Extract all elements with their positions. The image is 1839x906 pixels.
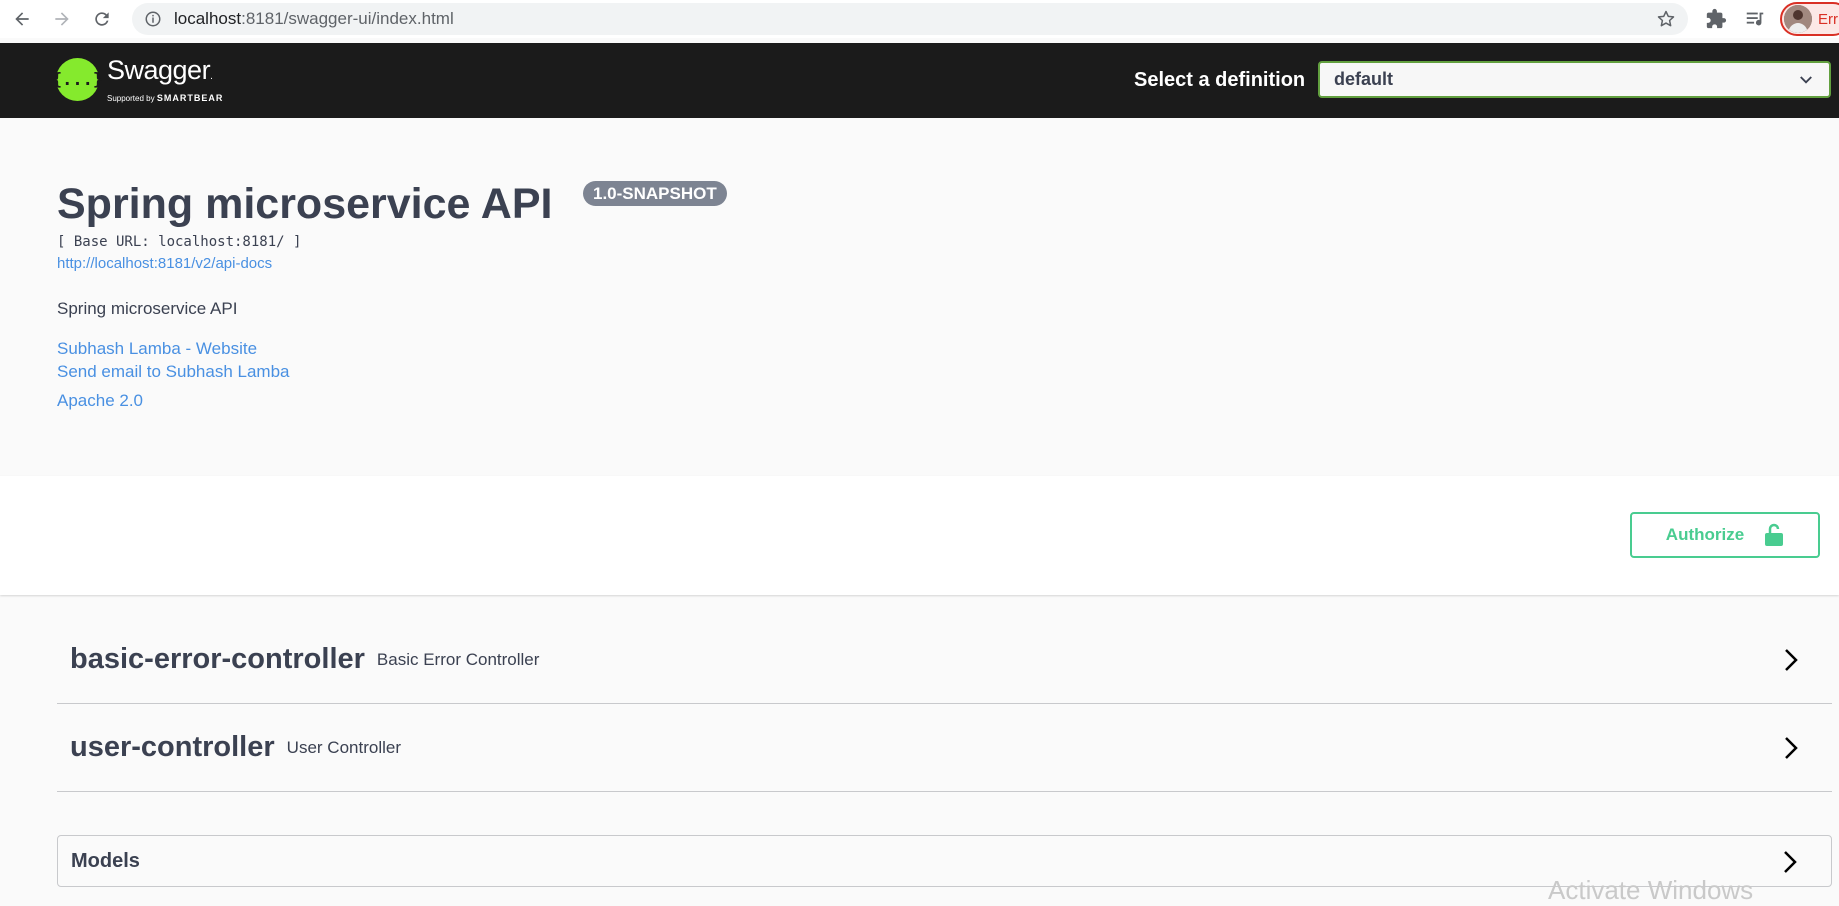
forward-arrow-icon [55, 12, 69, 26]
bookmark-star-icon[interactable] [1656, 9, 1676, 29]
swagger-logo[interactable]: {...} Swagger. Supported by SMARTBEAR [52, 56, 223, 103]
swagger-logo-icon: {...} [52, 58, 103, 101]
url-host: localhost [174, 9, 242, 28]
tag-name: basic-error-controller [70, 643, 365, 675]
reload-icon [95, 12, 109, 26]
version-badge: 1.0-SNAPSHOT [583, 181, 727, 206]
site-info-icon[interactable] [144, 10, 162, 28]
chevron-right-icon[interactable] [1780, 735, 1802, 761]
authorize-label: Authorize [1665, 525, 1745, 544]
address-bar[interactable]: localhost:8181/swagger-ui/index.html [132, 3, 1688, 35]
authorize-button[interactable]: Authorize [1630, 512, 1820, 558]
extensions-puzzle-icon[interactable] [1705, 8, 1727, 30]
api-info-section: Spring microservice API 1.0-SNAPSHOT [ B… [0, 118, 1839, 476]
smartbear-label: SMARTBEAR [156, 93, 224, 103]
back-button[interactable] [2, 0, 42, 38]
url-path: :8181/swagger-ui/index.html [241, 9, 454, 28]
chevron-right-icon[interactable] [1780, 647, 1802, 673]
api-docs-link[interactable]: http://localhost:8181/v2/api-docs [57, 255, 272, 272]
page-title: Spring microservice API [57, 180, 553, 228]
scheme-container: Authorize [0, 476, 1839, 595]
reload-button[interactable] [82, 0, 122, 38]
swagger-topbar: {...} Swagger. Supported by SMARTBEAR Se… [0, 43, 1839, 118]
chevron-down-icon [1800, 76, 1812, 84]
back-arrow-icon [15, 12, 29, 26]
models-title: Models [71, 849, 140, 872]
contact-website-link[interactable]: Subhash Lamba - Website [57, 339, 257, 359]
definition-select[interactable]: default [1318, 61, 1831, 98]
definition-label: Select a definition [1134, 69, 1306, 91]
tag-description: Basic Error Controller [376, 649, 540, 669]
windows-activation-watermark: Activate Windows [1548, 875, 1754, 905]
tag-name: user-controller [70, 731, 275, 763]
tag-description: User Controller [286, 737, 401, 757]
base-url: [ Base URL: localhost:8181/ ] [57, 234, 302, 250]
tag-user-controller[interactable]: user-controller User Controller [57, 704, 1832, 792]
chevron-right-icon[interactable] [1779, 849, 1801, 875]
media-queue-icon[interactable] [1744, 8, 1766, 30]
browser-toolbar: localhost:8181/swagger-ui/index.html Err [0, 0, 1839, 38]
profile-error-label: Err [1818, 10, 1838, 28]
contact-email-link[interactable]: Send email to Subhash Lamba [57, 362, 290, 382]
forward-button[interactable] [42, 0, 82, 38]
avatar [1784, 5, 1812, 33]
brand-tm: . [210, 71, 213, 82]
unlocked-padlock-icon [1765, 523, 1784, 546]
definition-value: default [1334, 69, 1394, 89]
license-link[interactable]: Apache 2.0 [57, 391, 143, 411]
profile-button[interactable]: Err [1780, 2, 1839, 36]
user-avatar-icon [1784, 5, 1812, 33]
supported-by-label: Supported by [107, 94, 155, 103]
tag-basic-error-controller[interactable]: basic-error-controller Basic Error Contr… [57, 616, 1832, 704]
logo-text: Swagger. Supported by SMARTBEAR [107, 56, 223, 103]
api-description: Spring microservice API [57, 299, 238, 318]
brand-name: Swagger [107, 55, 211, 85]
url-text: localhost:8181/swagger-ui/index.html [174, 9, 454, 29]
